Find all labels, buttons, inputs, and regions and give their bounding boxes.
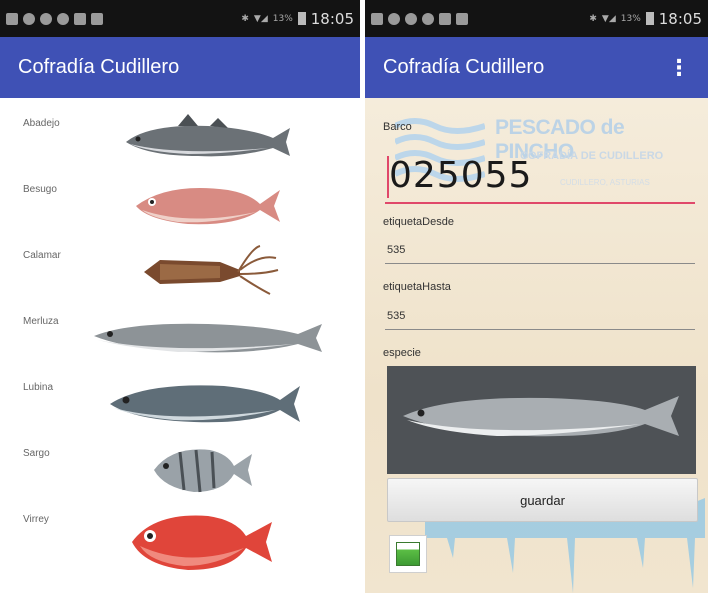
battery-icon	[645, 12, 654, 25]
hake-fish-photo	[403, 396, 679, 437]
grid-icon	[456, 12, 468, 25]
barco-label: Barco	[383, 121, 412, 133]
clock: 18:05	[658, 9, 702, 28]
save-button[interactable]: guardar	[387, 478, 698, 522]
gallery-thumbnail-icon[interactable]	[389, 535, 427, 573]
etiqueta-hasta-input[interactable]: 535	[385, 304, 695, 330]
input-underline	[385, 263, 695, 264]
fish-label: Abadejo	[23, 118, 60, 129]
etiqueta-hasta-label: etiquetaHasta	[383, 281, 451, 293]
notification-icon	[371, 12, 383, 25]
list-item-virrey[interactable]: Virrey	[0, 508, 360, 574]
list-item-sargo[interactable]: Sargo	[0, 442, 360, 508]
app-title: Cofradía Cudillero	[383, 56, 545, 78]
app-bar: Cofradía Cudillero	[0, 37, 360, 98]
etiqueta-desde-value: 535	[387, 244, 406, 256]
white-bream-fish-image	[154, 449, 252, 493]
shield-icon	[40, 12, 52, 25]
fish-label: Sargo	[23, 448, 50, 459]
bluetooth-icon: ✱	[589, 13, 597, 24]
status-bar: ✱ ▼◢ 13% 18:05	[365, 0, 708, 37]
image-icon	[74, 12, 86, 25]
battery-icon	[297, 12, 306, 25]
clock: 18:05	[310, 9, 354, 28]
shield-icon	[388, 12, 400, 25]
shield-icon	[57, 12, 69, 25]
notification-icons	[6, 12, 103, 25]
squid-image	[144, 245, 279, 295]
notification-icon	[6, 12, 18, 25]
shield-icon	[23, 12, 35, 25]
bluetooth-icon: ✱	[241, 13, 249, 24]
image-icon	[439, 12, 451, 25]
input-underline	[385, 329, 695, 330]
pollock-fish-image	[126, 114, 290, 157]
fish-label: Lubina	[23, 382, 54, 393]
notification-icons	[371, 12, 468, 25]
barco-value: 025055	[389, 155, 533, 196]
grid-icon	[91, 12, 103, 25]
list-item-merluza[interactable]: Merluza	[0, 310, 360, 376]
hake-fish-image	[94, 323, 322, 353]
shield-icon	[405, 12, 417, 25]
fish-list: Abadejo Besugo Calamar Merluza Lubina Sa…	[0, 98, 360, 593]
fish-label: Calamar	[23, 250, 61, 261]
input-underline	[385, 202, 695, 204]
etiqueta-hasta-value: 535	[387, 310, 406, 322]
etiqueta-desde-label: etiquetaDesde	[383, 216, 454, 228]
right-screen: ✱ ▼◢ 13% 18:05 Cofradía Cudillero ⋮ PESC…	[365, 0, 708, 593]
signal-icon: ▼◢	[253, 13, 268, 24]
fish-label: Virrey	[23, 514, 49, 525]
fish-label: Merluza	[23, 316, 59, 327]
overflow-menu-icon[interactable]: ⋮	[668, 55, 690, 81]
status-bar: ✱ ▼◢ 13% 18:05	[0, 0, 360, 37]
battery-percent: 13%	[620, 13, 641, 24]
list-item-besugo[interactable]: Besugo	[0, 178, 360, 244]
list-item-lubina[interactable]: Lubina	[0, 376, 360, 442]
alfonsino-fish-image	[132, 515, 272, 570]
barco-input[interactable]: 025055	[385, 148, 695, 204]
list-item-calamar[interactable]: Calamar	[0, 244, 360, 310]
especie-label: especie	[383, 347, 421, 359]
especie-photo[interactable]	[387, 366, 696, 474]
fish-label: Besugo	[23, 184, 57, 195]
left-screen: ✱ ▼◢ 13% 18:05 Cofradía Cudillero Abadej…	[0, 0, 360, 593]
signal-icon: ▼◢	[601, 13, 616, 24]
app-title: Cofradía Cudillero	[18, 56, 180, 78]
sea-bass-fish-image	[110, 385, 300, 423]
sea-bream-fish-image	[136, 188, 280, 225]
etiqueta-desde-input[interactable]: 535	[385, 238, 695, 264]
battery-percent: 13%	[272, 13, 293, 24]
capture-form: PESCADO de PINCHO COFRADÍA DE CUDILLERO …	[365, 98, 708, 593]
app-bar: Cofradía Cudillero ⋮	[365, 37, 708, 98]
thumbnail-image	[396, 542, 420, 566]
shield-icon	[422, 12, 434, 25]
list-item-abadejo[interactable]: Abadejo	[0, 112, 360, 178]
